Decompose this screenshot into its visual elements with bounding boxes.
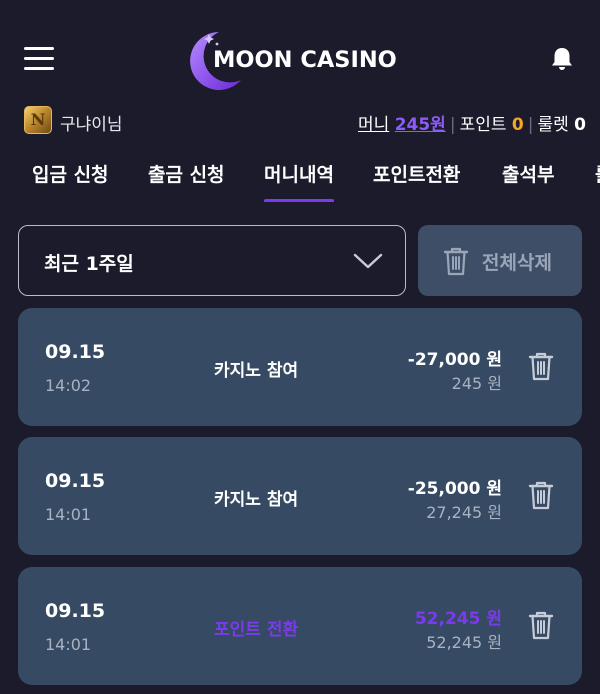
history-type: 포인트 전환	[214, 620, 299, 640]
history-balance: 52,245 원	[426, 633, 502, 652]
header: MOON CASINO	[0, 0, 600, 100]
period-select[interactable]: 최근 1주일	[18, 225, 406, 296]
history-date: 09.15	[45, 341, 106, 363]
history-time: 14:02	[45, 376, 92, 395]
avatar[interactable]	[24, 106, 52, 134]
tab-withdraw[interactable]: 출금 신청	[148, 160, 225, 187]
money-link[interactable]: 머니	[358, 115, 389, 135]
money-value[interactable]: 245원	[395, 115, 446, 135]
tab-money-history[interactable]: 머니내역	[264, 160, 334, 202]
period-selected-value: 최근 1주일	[44, 253, 134, 275]
user-bar: 구냐이님 머니 245원|포인트 0|룰렛 0	[0, 104, 600, 138]
logo[interactable]: MOON CASINO	[185, 28, 425, 90]
history-time: 14:01	[45, 635, 92, 654]
delete-all-button[interactable]: 전체삭제	[418, 225, 582, 296]
tab-rules[interactable]: 룰	[595, 160, 600, 187]
roulette-label: 룰렛	[537, 115, 569, 135]
history-item: 09.15 14:01 포인트 전환 52,245 원 52,245 원	[18, 567, 582, 685]
history-date: 09.15	[45, 600, 106, 622]
tab-point-exchange[interactable]: 포인트전환	[373, 160, 460, 187]
history-type: 카지노 참여	[214, 361, 299, 381]
trash-icon[interactable]	[526, 350, 556, 382]
tab-bar: 입금 신청 출금 신청 머니내역 포인트전환 출석부 룰	[0, 152, 600, 202]
history-date: 09.15	[45, 470, 106, 492]
balances: 머니 245원 | 포인트 0 | 룰렛 0	[358, 115, 586, 135]
history-item: 09.15 14:01 카지노 참여 -25,000 원 27,245 원	[18, 437, 582, 555]
username: 구냐이님	[60, 115, 123, 135]
trash-icon	[443, 247, 469, 276]
history-item: 09.15 14:02 카지노 참여 -27,000 원 245 원	[18, 308, 582, 426]
point-value: 0	[511, 115, 524, 135]
roulette-value: 0	[574, 115, 586, 135]
history-amount: -25,000 원	[407, 479, 502, 499]
trash-icon[interactable]	[526, 479, 556, 511]
history-balance: 27,245 원	[426, 503, 502, 522]
menu-icon[interactable]	[24, 47, 54, 71]
logo-text: MOON CASINO	[213, 47, 397, 73]
point-label: 포인트	[459, 115, 507, 135]
delete-all-label: 전체삭제	[482, 252, 552, 274]
history-amount: 52,245 원	[414, 609, 502, 629]
history-amount: -27,000 원	[407, 350, 502, 370]
chevron-down-icon	[353, 253, 383, 269]
trash-icon[interactable]	[526, 609, 556, 641]
history-balance: 245 원	[451, 374, 502, 393]
history-time: 14:01	[45, 505, 92, 524]
tab-attendance[interactable]: 출석부	[502, 160, 554, 187]
tab-deposit[interactable]: 입금 신청	[32, 160, 109, 187]
history-type: 카지노 참여	[214, 490, 299, 510]
bell-icon[interactable]	[550, 46, 574, 72]
